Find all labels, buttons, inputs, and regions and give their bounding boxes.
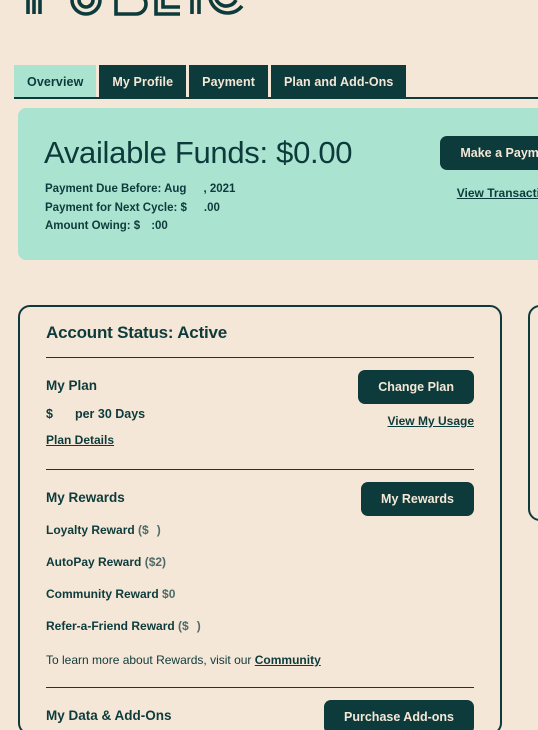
amount-owing-label: Amount Owing: $ (45, 220, 141, 232)
loyalty-reward-label: Loyalty Reward (46, 523, 135, 537)
divider-plan-rewards (46, 469, 474, 470)
view-my-usage-link[interactable]: View My Usage (388, 414, 474, 428)
make-a-payment-button[interactable]: Make a Payment (440, 136, 538, 170)
divider-top (46, 357, 474, 358)
tab-overview[interactable]: Overview (14, 65, 97, 99)
brand-logo[interactable] (20, 0, 250, 20)
public-logo-icon (26, 0, 244, 16)
divider-rewards-addons (46, 687, 474, 688)
autopay-reward-label: AutoPay Reward (46, 555, 142, 569)
my-rewards-section: My Rewards My Rewards Loyalty Reward ($)… (46, 482, 474, 667)
funds-actions: Make a Payment View Transactions (434, 136, 538, 200)
my-plan-section: My Plan $ per 30 Days Plan Details Change… (46, 370, 474, 449)
purchase-add-ons-button[interactable]: Purchase Add-ons (324, 700, 474, 730)
change-plan-button[interactable]: Change Plan (358, 370, 474, 404)
tab-my-profile[interactable]: My Profile (99, 65, 187, 99)
account-status-card: Account Status: Active My Plan $ per 30 D… (18, 305, 502, 730)
refer-reward-amount-prefix: ($ (178, 619, 189, 633)
payment-due-before-line: Payment Due Before: Aug , 2021 (45, 180, 235, 199)
reward-row: Refer-a-Friend Reward ($) (46, 619, 474, 633)
autopay-reward-amount-prefix: ($2 (144, 555, 163, 569)
reward-row: Loyalty Reward ($) (46, 523, 474, 537)
secondary-card (528, 305, 538, 521)
account-status-title: Account Status: Active (46, 323, 228, 342)
loyalty-reward-amount-prefix: ($ (138, 523, 149, 537)
plan-price-period: per 30 Days (74, 407, 146, 421)
view-transactions-link[interactable]: View Transactions (457, 186, 538, 200)
tab-plan-and-add-ons[interactable]: Plan and Add-Ons (270, 65, 407, 99)
loyalty-reward-amount: ($) (138, 523, 161, 537)
tab-underline (14, 97, 538, 99)
reward-row: AutoPay Reward ($2) (46, 555, 474, 569)
available-funds-title: Available Funds: $0.00 (44, 135, 353, 170)
rewards-note-text: To learn more about Rewards, visit our (46, 653, 255, 667)
available-funds-banner: Available Funds: $0.00 Payment Due Befor… (18, 108, 538, 260)
refer-a-friend-reward-label: Refer-a-Friend Reward (46, 619, 175, 633)
payment-due-before-label: Payment Due Before: Aug (45, 183, 187, 195)
account-tabs: Overview My Profile Payment Plan and Add… (14, 65, 538, 99)
community-reward-label: Community Reward (46, 587, 159, 601)
payment-next-cycle-line: Payment for Next Cycle: $ .00 (45, 199, 235, 218)
autopay-reward-amount: ($2) (145, 555, 166, 569)
community-reward-amount: $0 (162, 587, 176, 601)
reward-row: Community Reward $0 (46, 587, 474, 601)
community-link[interactable]: Community (255, 653, 321, 667)
amount-owing-line: Amount Owing: $ :00 (45, 217, 235, 236)
amount-owing-cents: :00 (151, 220, 168, 232)
payment-next-cycle-cents: .00 (203, 201, 220, 214)
autopay-reward-amount-suffix: ) (162, 555, 167, 569)
tab-payment[interactable]: Payment (189, 65, 268, 99)
rewards-note: To learn more about Rewards, visit our C… (46, 653, 474, 667)
payment-due-year: , 2021 (203, 183, 236, 195)
refer-reward-amount-suffix: ) (196, 619, 201, 633)
plan-price-currency: $ (46, 407, 53, 421)
payment-next-cycle-label: Payment for Next Cycle: $ (45, 201, 187, 214)
plan-details-link[interactable]: Plan Details (46, 433, 114, 447)
refer-a-friend-reward-amount: ($) (178, 619, 201, 633)
my-data-addons-section: My Data & Add-Ons Purchase Add-ons (46, 700, 474, 730)
my-rewards-button[interactable]: My Rewards (361, 482, 474, 516)
loyalty-reward-amount-suffix: ) (156, 523, 161, 537)
funds-detail-lines: Payment Due Before: Aug , 2021 Payment fo… (45, 180, 235, 236)
